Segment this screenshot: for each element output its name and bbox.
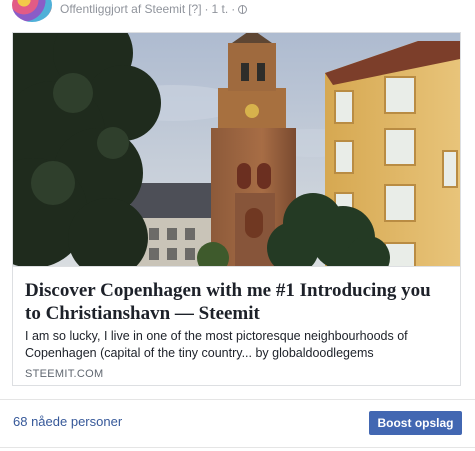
post-footer: 68 nåede personer Boost opslag (0, 399, 475, 448)
published-by-link[interactable]: Offentliggjort af Steemit (60, 2, 185, 16)
divider (0, 447, 475, 448)
link-domain: STEEMIT.COM (25, 368, 104, 380)
help-marker[interactable]: [?] (188, 2, 201, 16)
boost-button[interactable]: Boost opslag (369, 411, 462, 435)
link-title[interactable]: Discover Copenhagen with me #1 Introduci… (25, 279, 450, 325)
photo-illustration (13, 33, 460, 266)
link-preview-photo[interactable] (13, 33, 460, 266)
separator: · (204, 2, 209, 16)
link-card[interactable]: Discover Copenhagen with me #1 Introduci… (12, 32, 461, 386)
post-header: Offentliggjort af Steemit [?] · 1 t. · (0, 0, 475, 28)
separator-2: · (231, 2, 236, 16)
page-avatar[interactable] (12, 0, 52, 22)
globe-icon[interactable] (238, 4, 248, 14)
timestamp-link[interactable]: 1 t. (212, 2, 229, 16)
link-description: I am so lucky, I live in one of the most… (25, 329, 408, 360)
post-meta: Offentliggjort af Steemit [?] · 1 t. · (60, 2, 248, 16)
reach-link[interactable]: 68 nåede personer (13, 414, 122, 429)
post: Offentliggjort af Steemit [?] · 1 t. · D… (0, 0, 475, 451)
link-text[interactable]: Discover Copenhagen with me #1 Introduci… (13, 266, 460, 386)
